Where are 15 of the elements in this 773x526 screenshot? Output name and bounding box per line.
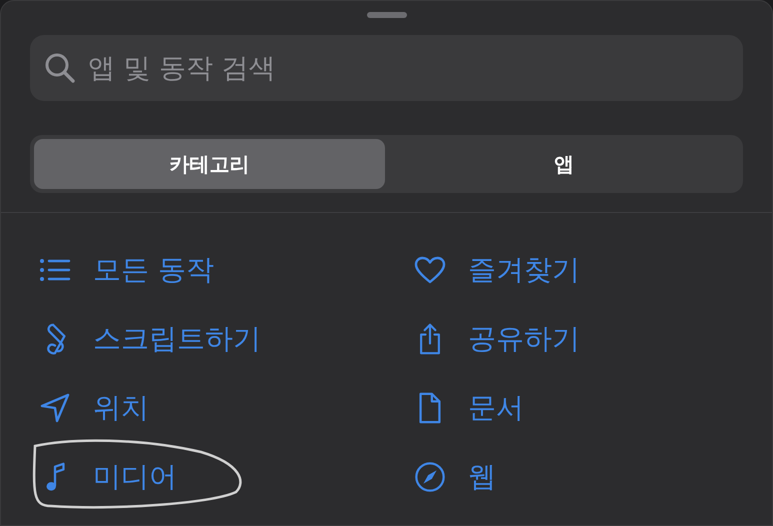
category-link[interactable]: 웹 — [468, 458, 496, 496]
category-link[interactable]: 문서 — [468, 388, 524, 426]
search-input[interactable]: 앱 및 동작 검색 — [86, 52, 729, 84]
category-link[interactable]: 즐겨찾기 — [468, 250, 580, 288]
grabber-handle[interactable] — [366, 12, 406, 18]
compass-icon — [414, 460, 446, 492]
category-link[interactable]: 모든 동작 — [93, 250, 214, 288]
segment-tab[interactable]: 앱 — [388, 139, 739, 189]
location-arrow-icon — [39, 392, 71, 424]
category-link[interactable]: 스크립트하기 — [93, 320, 261, 358]
search-field[interactable]: 앱 및 동작 검색 — [30, 35, 743, 101]
category-link[interactable]: 공유하기 — [468, 320, 580, 358]
segment-tab[interactable]: 카테고리 — [34, 139, 384, 189]
search-icon — [44, 52, 76, 84]
category-link[interactable]: 위치 — [93, 388, 149, 426]
